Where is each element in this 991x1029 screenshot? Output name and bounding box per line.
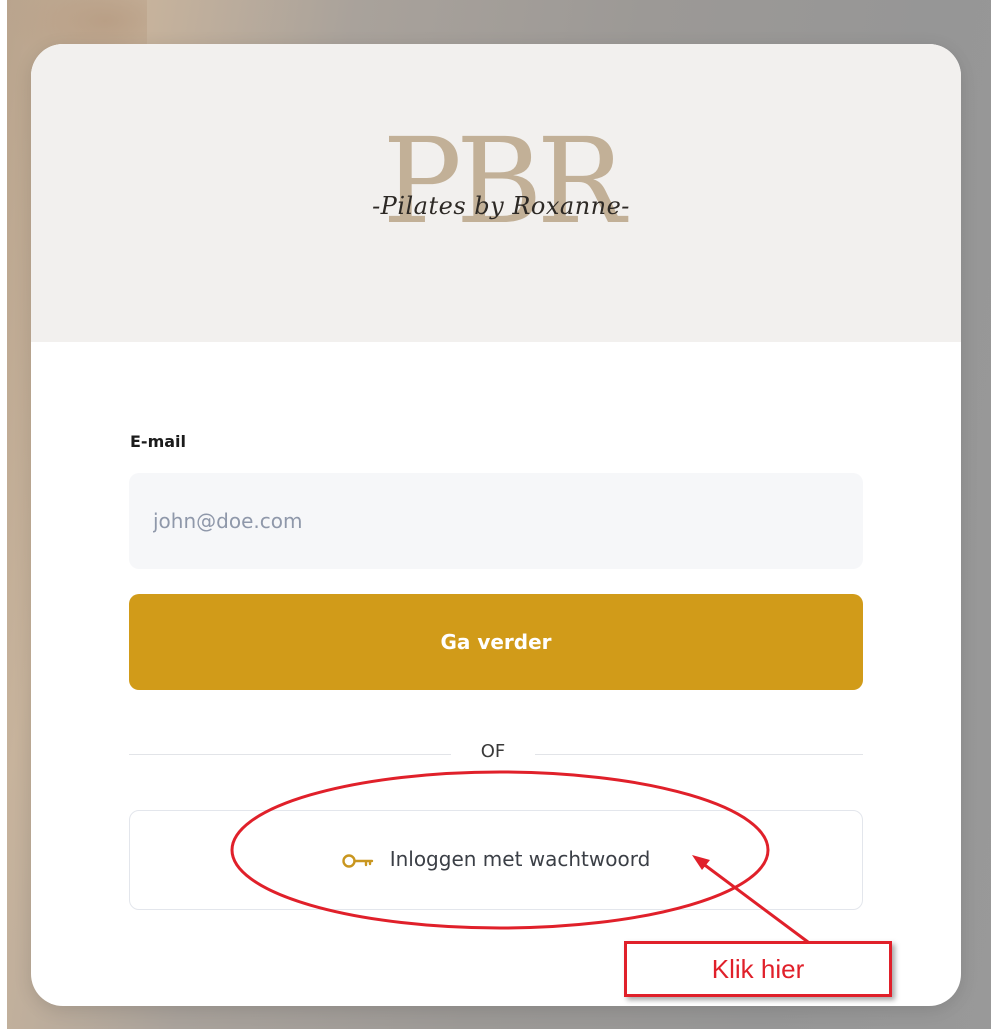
password-login-content: Inloggen met wachtwoord	[130, 847, 862, 871]
brand-logo: PBR -Pilates by Roxanne-	[341, 114, 661, 284]
email-label: E-mail	[130, 432, 187, 451]
key-icon	[341, 853, 373, 868]
password-login-button[interactable]: Inloggen met wachtwoord	[129, 810, 863, 910]
password-login-label: Inloggen met wachtwoord	[389, 847, 651, 871]
logo-script-text: -Pilates by Roxanne-	[372, 192, 630, 220]
email-field[interactable]	[129, 473, 863, 569]
logo-monogram: PBR	[382, 112, 626, 250]
login-card: PBR -Pilates by Roxanne- E-mail Ga verde…	[31, 44, 961, 1006]
screenshot-stage: PBR -Pilates by Roxanne- E-mail Ga verde…	[0, 0, 991, 1029]
annotation-callout: Klik hier	[624, 941, 892, 997]
continue-button[interactable]: Ga verder	[129, 594, 863, 690]
divider-or-text: OF	[480, 741, 506, 762]
divider-line-right	[535, 754, 863, 755]
divider-line-left	[129, 754, 451, 755]
card-header: PBR -Pilates by Roxanne-	[31, 44, 961, 342]
